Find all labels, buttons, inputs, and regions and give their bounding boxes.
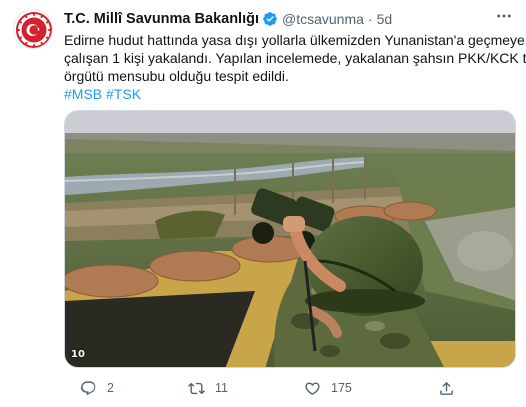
tweet-actions: 2 11 175 xyxy=(64,378,464,398)
retweet-count: 11 xyxy=(215,381,228,395)
hashtag-msb[interactable]: #MSB xyxy=(64,86,102,102)
tweet-text-line: çalışan 1 kişi yakalandı. Yapılan incele… xyxy=(64,50,526,66)
like-button[interactable]: 175 xyxy=(304,380,352,397)
retweet-icon xyxy=(188,382,205,394)
hashtag-list: #MSB #TSK xyxy=(64,85,514,103)
tweet-text-line: örgütü mensubu olduğu tespit edildi. xyxy=(64,68,289,84)
retweet-button[interactable]: 11 xyxy=(188,380,228,397)
avatar[interactable] xyxy=(13,9,53,49)
like-icon xyxy=(305,381,320,395)
ministry-logo-icon xyxy=(16,12,52,48)
tweet-text-line: Edirne hudut hattında yasa dışı yollarla… xyxy=(64,32,525,48)
share-icon xyxy=(440,381,453,395)
photo-watermark: 10 xyxy=(71,349,85,360)
more-icon[interactable] xyxy=(494,6,514,26)
account-name[interactable]: T.C. Millî Savunma Bakanlığı xyxy=(64,10,259,28)
hashtag-tsk[interactable]: #TSK xyxy=(106,86,141,102)
tweet-text: Edirne hudut hattında yasa dışı yollarla… xyxy=(64,31,526,103)
verified-badge-icon xyxy=(262,11,278,27)
tweet-photo[interactable]: 10 xyxy=(64,110,516,368)
tweet-timestamp[interactable]: 5d xyxy=(377,10,393,28)
like-count: 175 xyxy=(331,381,352,395)
tweet-card[interactable]: T.C. Millî Savunma Bakanlığı @tcsavunma … xyxy=(0,0,526,407)
reply-icon xyxy=(80,380,96,395)
reply-button[interactable]: 2 xyxy=(80,380,114,397)
share-button[interactable] xyxy=(438,380,455,397)
tweet-header: T.C. Millî Savunma Bakanlığı @tcsavunma … xyxy=(64,10,392,28)
account-handle[interactable]: @tcsavunma xyxy=(282,10,364,28)
reply-count: 2 xyxy=(107,381,114,395)
separator-dot: · xyxy=(367,11,373,27)
soldier-binoculars-photo xyxy=(65,111,515,367)
